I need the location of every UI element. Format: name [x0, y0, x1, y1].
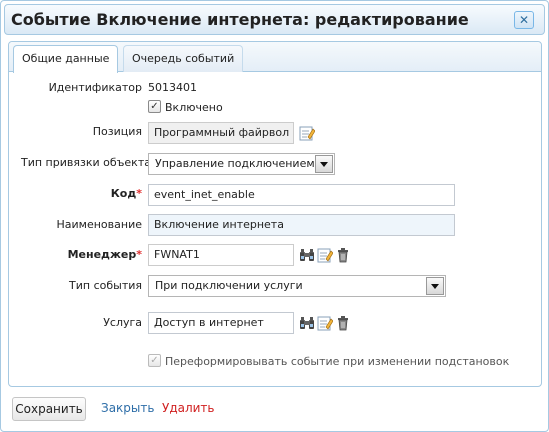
required-mark: *	[136, 187, 142, 200]
tab-event-queue[interactable]: Очередь событий	[123, 45, 244, 72]
binding-type-select[interactable]: Управление подключением	[148, 153, 335, 175]
binding-type-label: Тип привязки объекта	[21, 156, 151, 169]
required-mark: *	[136, 248, 142, 261]
service-field: Доступ в интернет	[148, 312, 294, 334]
enabled-label: Включено	[165, 101, 223, 114]
binoculars-icon[interactable]	[299, 247, 315, 263]
dialog-title: Событие Включение интернета: редактирова…	[11, 10, 469, 29]
position-label: Позиция	[92, 125, 142, 138]
tab-bar: Общие данные Очередь событий	[9, 42, 541, 73]
binoculars-icon[interactable]	[299, 315, 315, 331]
edit-icon[interactable]	[299, 125, 315, 141]
binding-type-value: Управление подключением	[155, 157, 315, 170]
save-button[interactable]: Сохранить	[12, 397, 86, 421]
code-label: Код*	[21, 187, 142, 200]
chevron-down-icon[interactable]	[426, 277, 444, 295]
trash-icon[interactable]	[335, 247, 351, 263]
delete-link[interactable]: Удалить	[162, 401, 215, 415]
edit-icon[interactable]	[317, 315, 333, 331]
event-type-value: При подключении услуги	[155, 279, 303, 292]
dialog-titlebar[interactable]: Событие Включение интернета: редактирова…	[4, 4, 545, 35]
id-label: Идентификатор	[48, 81, 142, 94]
manager-field: FWNAT1	[148, 244, 294, 266]
event-type-label: Тип события	[69, 279, 142, 292]
enabled-checkbox[interactable]: ✓	[148, 100, 161, 113]
tab-general[interactable]: Общие данные	[13, 45, 119, 73]
position-field: Программный файрвол	[148, 122, 294, 144]
code-input[interactable]: event_inet_enable	[148, 184, 455, 206]
chevron-down-icon[interactable]	[315, 155, 333, 173]
edit-icon[interactable]	[317, 247, 333, 263]
close-link[interactable]: Закрыть	[101, 401, 154, 415]
reform-label: Переформировывать событие при изменении …	[165, 355, 510, 368]
manager-label-text: Менеджер	[67, 248, 137, 261]
id-value: 5013401	[148, 81, 197, 94]
name-label: Наименование	[56, 218, 142, 231]
reform-checkbox[interactable]: ✓	[148, 354, 161, 367]
manager-label: Менеджер*	[21, 248, 142, 261]
edit-event-dialog: Событие Включение интернета: редактирова…	[0, 0, 549, 432]
event-type-select[interactable]: При подключении услуги	[148, 275, 446, 297]
name-input[interactable]: Включение интернета	[148, 214, 455, 236]
close-icon[interactable]: ✕	[514, 11, 534, 29]
code-label-text: Код	[110, 187, 137, 200]
trash-icon[interactable]	[335, 315, 351, 331]
service-label: Услуга	[103, 316, 142, 329]
